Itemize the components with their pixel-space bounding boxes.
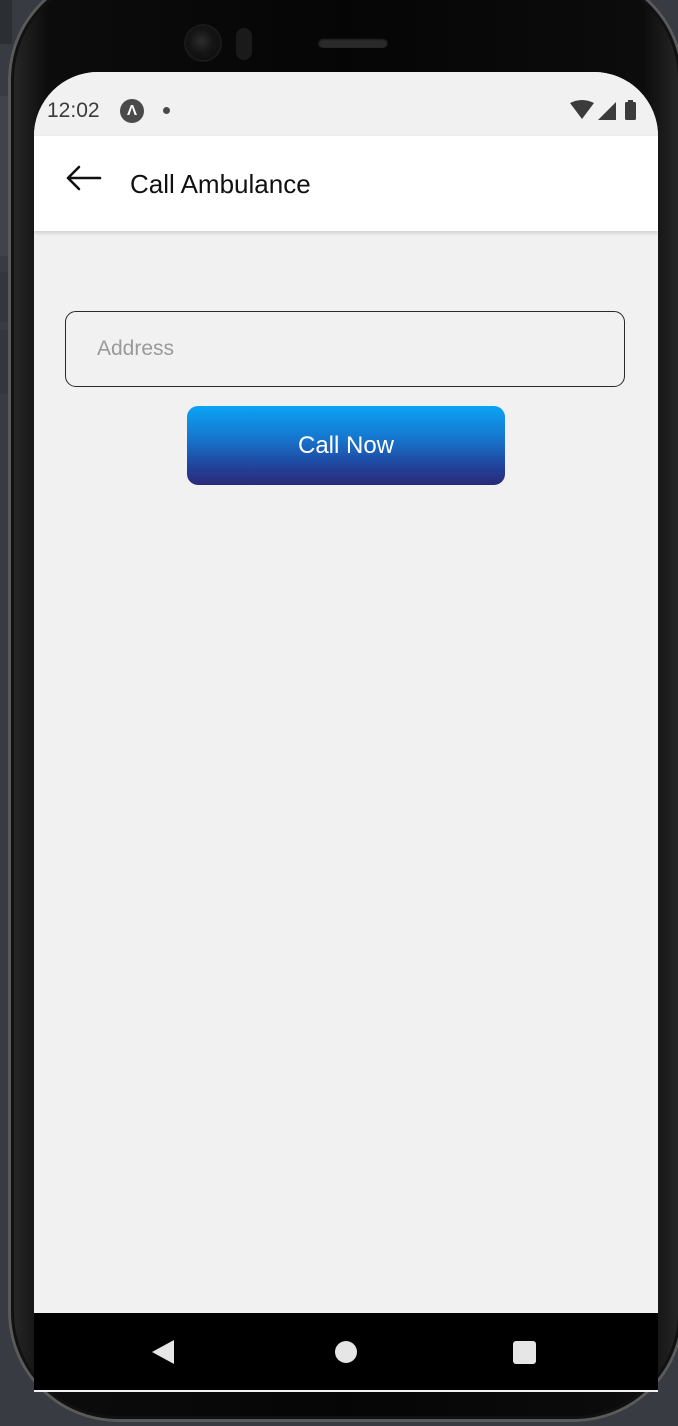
back-button[interactable] (64, 162, 104, 194)
nav-home-icon[interactable] (335, 1341, 357, 1363)
nav-recents-icon[interactable] (513, 1341, 536, 1364)
nav-back-icon[interactable] (152, 1340, 174, 1364)
status-bar: 12:02 Λ (34, 72, 658, 136)
proximity-sensor (236, 28, 252, 60)
call-now-button[interactable]: Call Now (187, 406, 505, 485)
arrow-left-icon (66, 165, 102, 191)
app-header: Call Ambulance (34, 136, 658, 231)
page-title: Call Ambulance (130, 169, 311, 199)
status-time: 12:02 (47, 99, 100, 122)
notification-dot-icon (163, 107, 170, 114)
phone-screen: 12:02 Λ Call Ambulance Call Now (34, 72, 658, 1392)
address-input[interactable] (65, 311, 625, 387)
cellular-signal-icon (598, 102, 616, 120)
wifi-icon (570, 100, 594, 119)
app-notification-icon: Λ (120, 99, 144, 123)
backdrop-strip (0, 0, 12, 44)
status-icons (570, 100, 636, 120)
android-navigation-bar (34, 1313, 658, 1390)
front-camera (186, 26, 220, 60)
earpiece-speaker (318, 38, 388, 48)
battery-icon (625, 102, 636, 120)
